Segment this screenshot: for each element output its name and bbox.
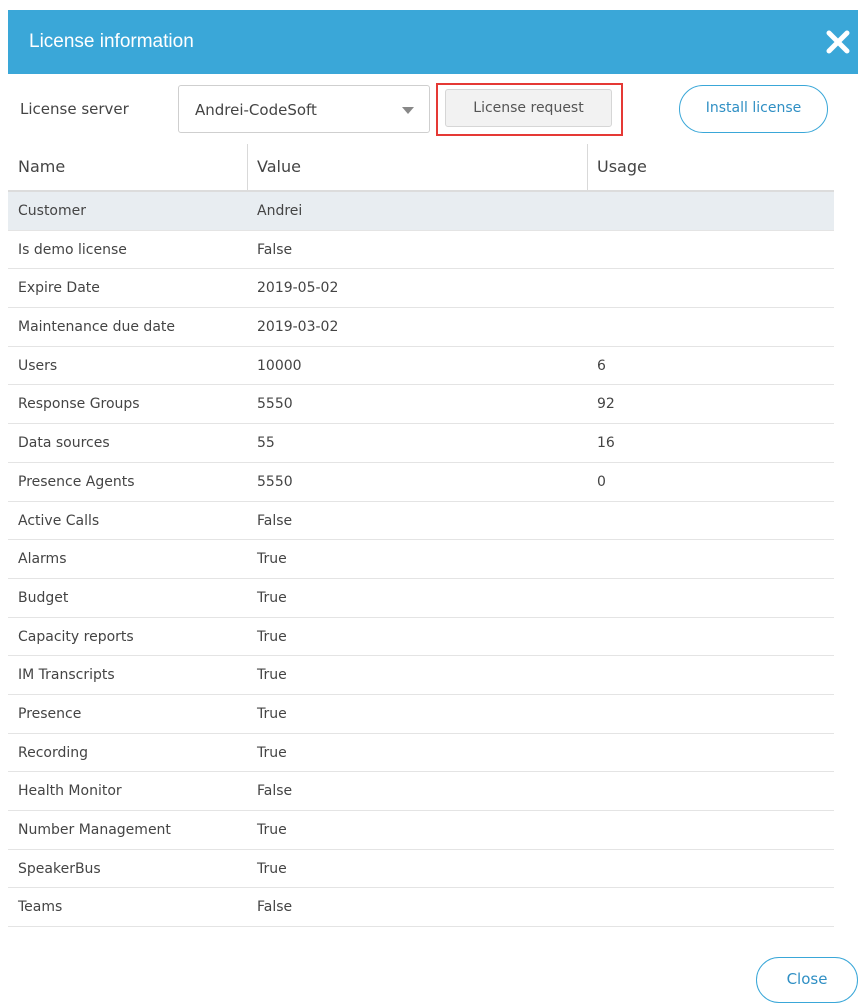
cell-name: Is demo license (18, 241, 127, 258)
license-request-button[interactable]: License request (445, 89, 612, 127)
cell-value: False (257, 512, 293, 529)
cell-usage: 16 (597, 435, 615, 452)
table-row[interactable]: Teams False (8, 888, 834, 928)
table-row[interactable]: Health Monitor False (8, 772, 834, 811)
table-body: Customer Andrei Is demo license False Expire… (8, 192, 834, 928)
cell-name: Presence (18, 705, 82, 722)
cell-value: True (257, 628, 287, 645)
dialog-title: License information (29, 31, 194, 52)
table-row[interactable]: Response Groups 5550 92 (8, 385, 834, 425)
cell-value: True (257, 551, 287, 568)
table-row[interactable]: Budget True (8, 579, 834, 618)
column-header-usage[interactable]: Usage (597, 144, 647, 190)
table-row[interactable]: Is demo license False (8, 231, 834, 270)
cell-name: Customer (18, 203, 87, 219)
cell-value: 5550 (257, 473, 293, 490)
table-row[interactable]: SpeakerBus True (8, 850, 834, 889)
table-row[interactable]: Presence Agents 5550 0 (8, 463, 834, 502)
cell-usage: 0 (597, 473, 606, 490)
cell-value: False (257, 899, 293, 916)
cell-name: Health Monitor (18, 783, 122, 800)
table-row[interactable]: Customer Andrei (8, 192, 834, 231)
cell-value: 5550 (257, 396, 293, 413)
cell-value: True (257, 822, 287, 838)
cell-name: IM Transcripts (18, 667, 115, 684)
cell-value: False (257, 241, 293, 258)
cell-value: True (257, 860, 287, 877)
license-server-label: License server (20, 100, 129, 118)
license-server-value: Andrei-CodeSoft (195, 101, 317, 119)
install-license-button[interactable]: Install license (679, 85, 828, 133)
column-header-name[interactable]: Name (18, 144, 65, 190)
cell-usage: 92 (597, 396, 615, 413)
table-header: Name Value Usage (8, 144, 834, 192)
column-header-value[interactable]: Value (257, 144, 301, 190)
cell-name: Maintenance due date (18, 319, 176, 336)
cell-value: True (257, 667, 287, 684)
column-divider (587, 144, 588, 190)
close-button[interactable]: Close (756, 957, 858, 1003)
table-row[interactable]: IM Transcripts True (8, 656, 834, 695)
table-row[interactable]: Recording True (8, 734, 834, 773)
cell-value: 55 (257, 435, 275, 452)
cell-value: True (257, 589, 287, 606)
table-row[interactable]: Alarms True (8, 540, 834, 579)
chevron-down-icon (402, 107, 414, 114)
cell-name: Teams (18, 899, 63, 916)
cell-name: Recording (18, 744, 89, 761)
cell-name: SpeakerBus (18, 860, 101, 877)
close-icon[interactable] (824, 28, 852, 56)
table-row[interactable]: Maintenance due date 2019-03-02 (8, 308, 834, 347)
cell-name: Budget (18, 589, 69, 606)
table-row[interactable]: Number Management True (8, 811, 834, 850)
cell-name: Alarms (18, 551, 67, 568)
cell-name: Response Groups (18, 396, 140, 413)
table-row[interactable]: Expire Date 2019-05-02 (8, 269, 834, 309)
table-row[interactable]: Active Calls False (8, 502, 834, 541)
table-row[interactable]: Data sources 55 16 (8, 424, 834, 463)
cell-name: Capacity reports (18, 628, 134, 645)
cell-name: Active Calls (18, 512, 100, 529)
table-row[interactable]: Users 10000 6 (8, 347, 834, 386)
cell-name: Expire Date (18, 280, 100, 297)
cell-value: True (257, 705, 287, 722)
cell-usage: 6 (597, 357, 606, 374)
cell-value: 2019-05-02 (257, 280, 339, 297)
license-server-select[interactable]: Andrei-CodeSoft (178, 85, 430, 133)
cell-name: Users (18, 357, 58, 374)
column-divider (247, 144, 248, 190)
cell-value: 2019-03-02 (257, 319, 339, 336)
table-row[interactable]: Capacity reports True (8, 618, 834, 657)
table-row[interactable]: Presence True (8, 695, 834, 734)
cell-name: Number Management (18, 822, 171, 838)
cell-name: Presence Agents (18, 473, 135, 490)
cell-value: 10000 (257, 357, 302, 374)
cell-value: False (257, 783, 293, 800)
license-table: Name Value Usage Customer Andrei Is demo l… (8, 144, 834, 928)
cell-value: True (257, 744, 287, 761)
cell-value: Andrei (257, 203, 303, 219)
cell-name: Data sources (18, 435, 110, 452)
dialog-header: License information (8, 10, 858, 74)
